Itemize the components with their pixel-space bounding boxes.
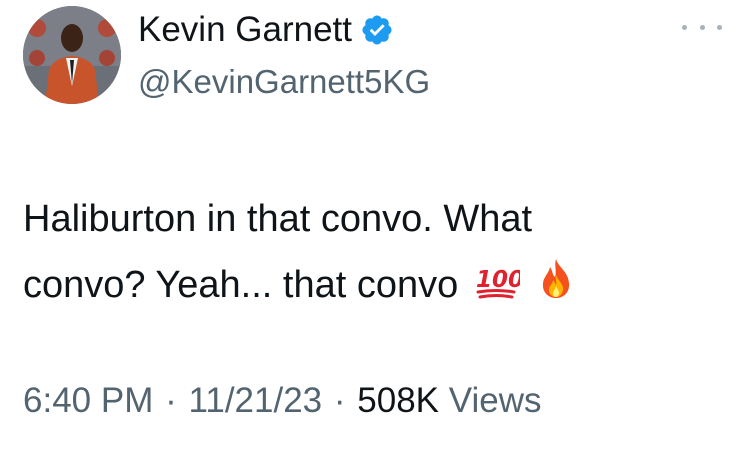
verified-badge-icon	[360, 13, 394, 47]
meta-separator: ·	[165, 381, 177, 420]
tweet-text: Haliburton in that convo. What convo? Ye…	[23, 186, 723, 320]
tweet-time[interactable]: 6:40 PM	[23, 381, 153, 420]
author-name-row[interactable]: Kevin Garnett	[138, 9, 394, 51]
profile-photo	[23, 6, 121, 104]
tweet-date[interactable]: 11/21/23	[188, 381, 322, 420]
tweet-line-2-text: convo? Yeah... that convo	[23, 264, 459, 306]
more-dot	[682, 24, 687, 30]
tweet-line-2: convo? Yeah... that convo 100	[23, 252, 723, 320]
meta-separator: ·	[333, 381, 346, 420]
avatar[interactable]	[23, 6, 121, 104]
fire-emoji	[538, 254, 574, 320]
views-count[interactable]: 508K	[357, 381, 439, 420]
author-handle[interactable]: @KevinGarnett5KG	[138, 62, 430, 102]
tweet-line-1: Haliburton in that convo. What	[23, 198, 533, 240]
hundred-points-emoji: 100	[474, 254, 524, 320]
tweet-meta: 6:40 PM · 11/21/23 · 508K Views	[23, 380, 541, 422]
views-label[interactable]: Views	[449, 381, 542, 420]
more-options-icon[interactable]	[682, 16, 722, 38]
display-name[interactable]: Kevin Garnett	[138, 9, 352, 51]
more-dot	[717, 24, 722, 30]
more-dot	[699, 24, 705, 30]
